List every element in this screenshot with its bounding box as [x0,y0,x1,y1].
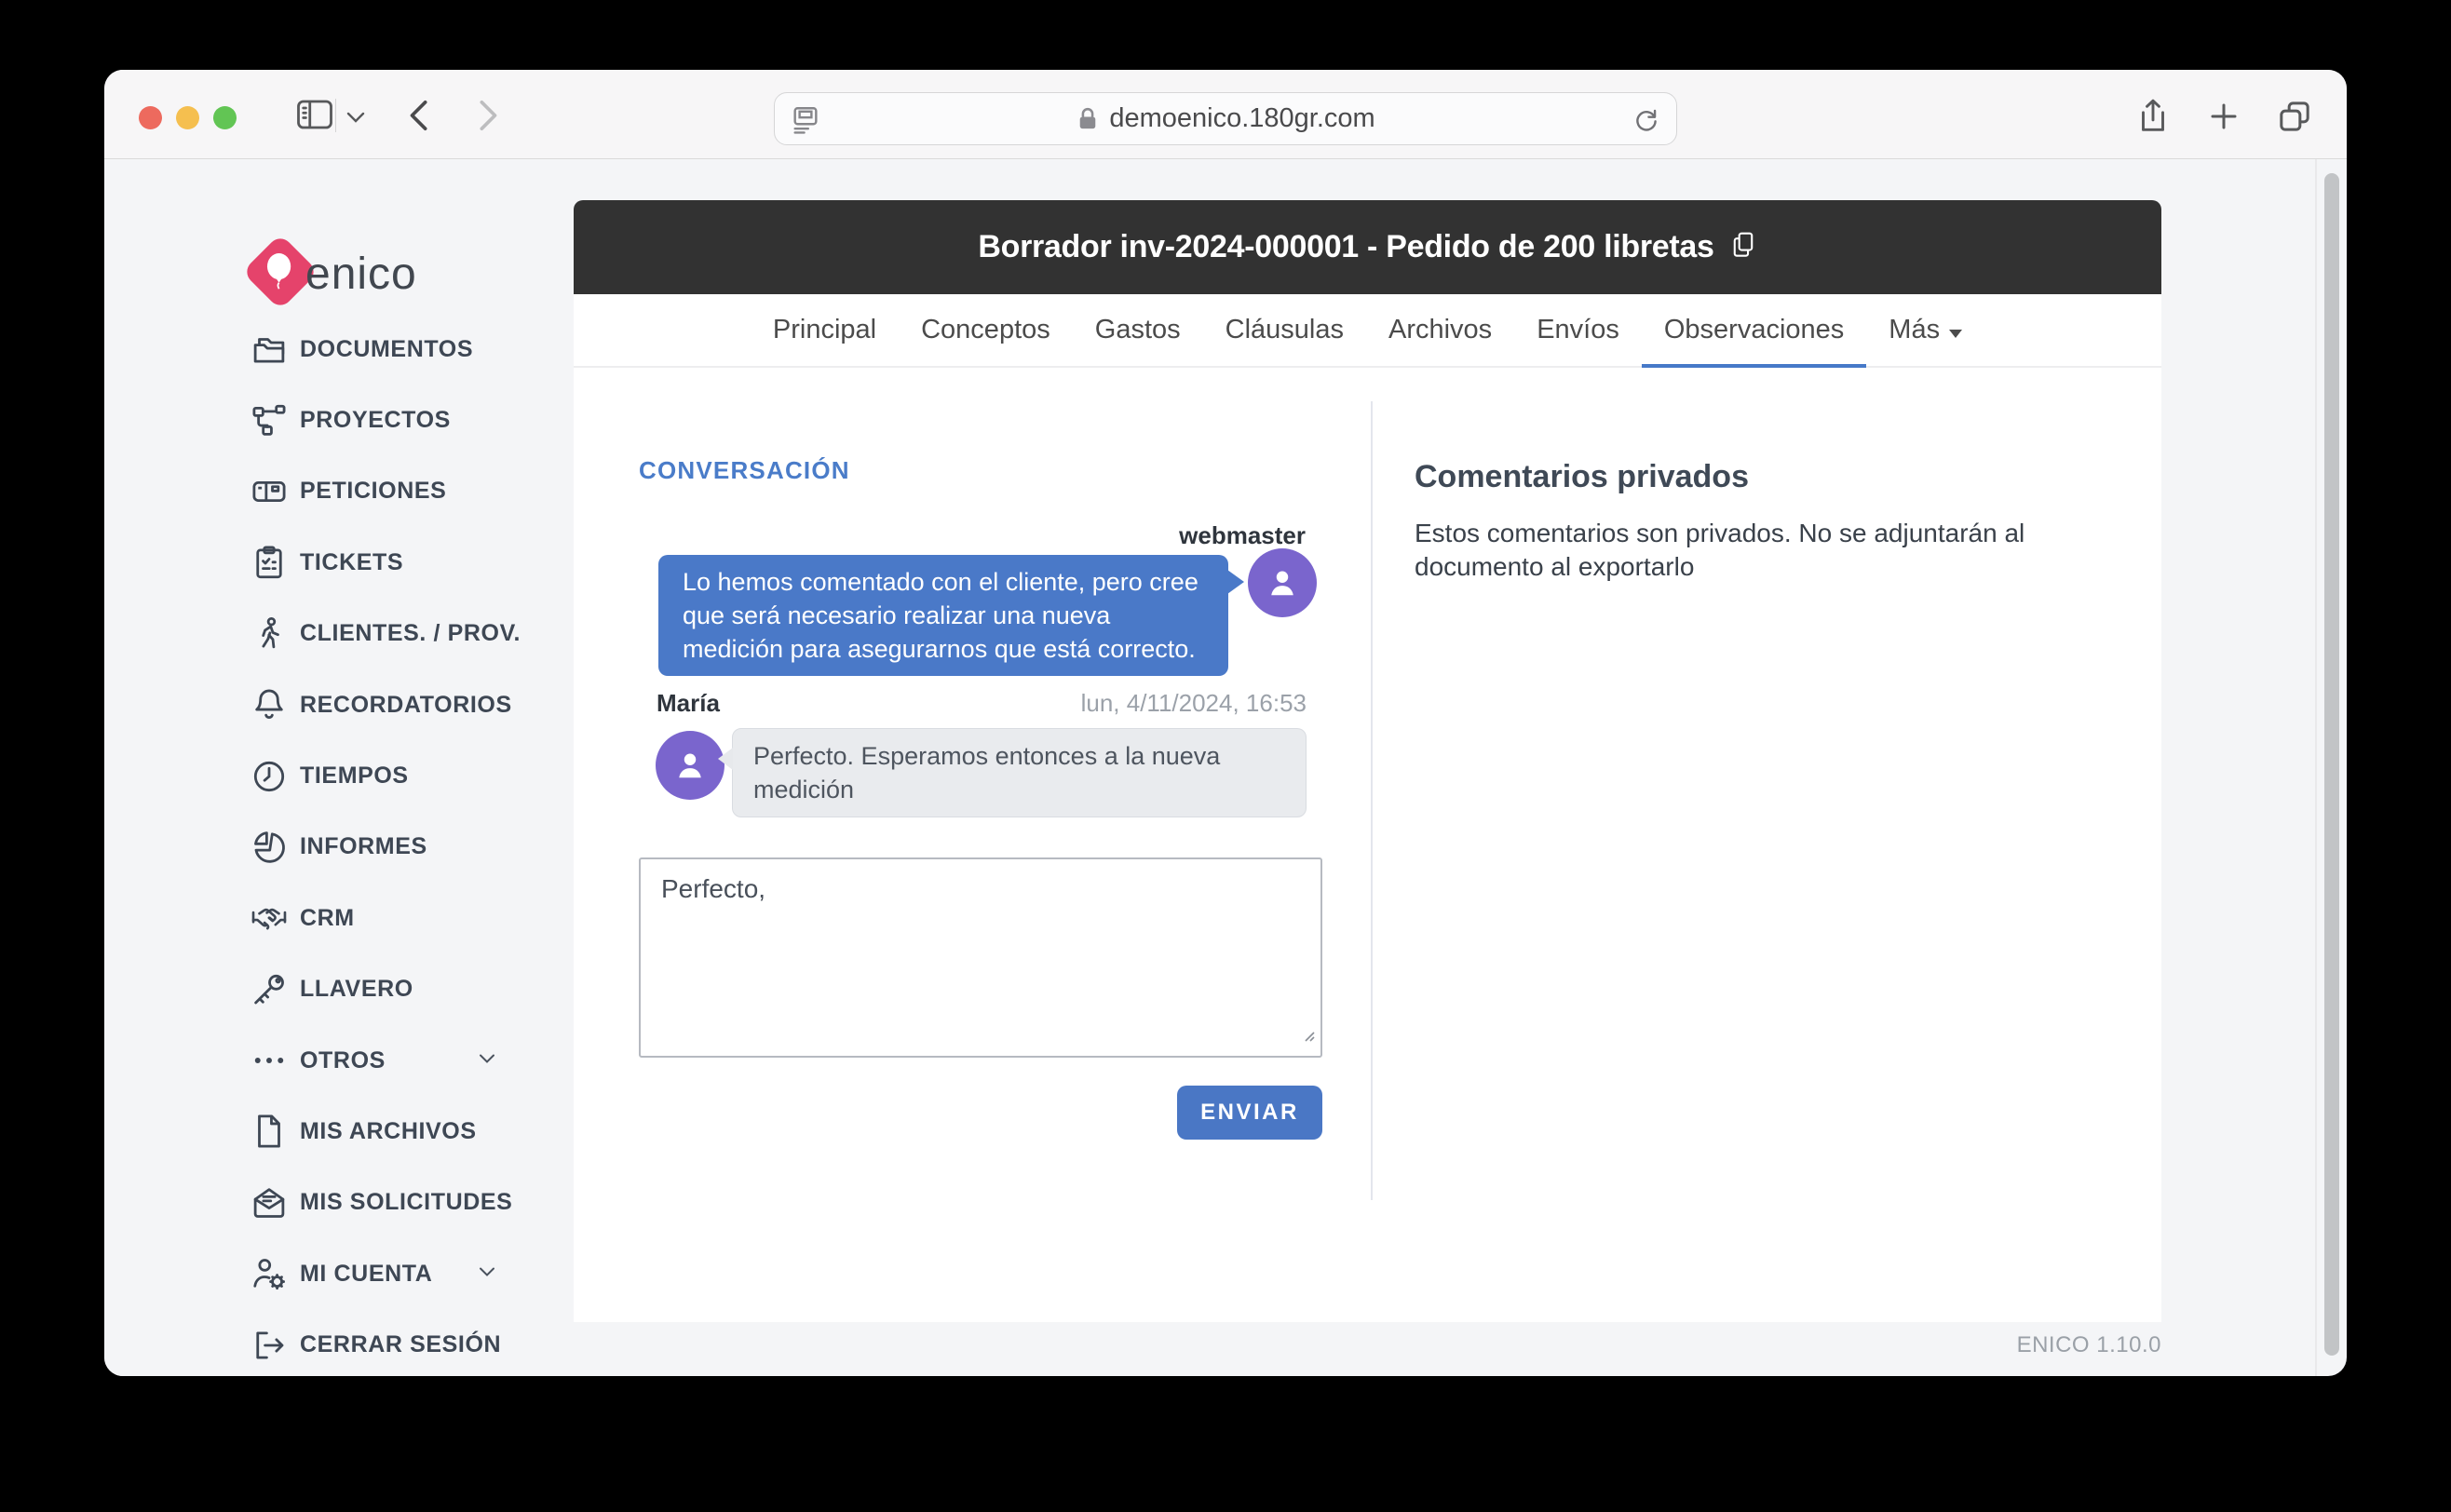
user-gear-icon [250,1254,289,1293]
share-icon[interactable] [2134,96,2172,135]
back-button[interactable] [404,98,436,133]
address-bar[interactable]: demoenico.180gr.com [774,92,1677,145]
document-title: Borrador inv-2024-000001 - Pedido de 200… [978,229,1713,265]
scrollbar-thumb[interactable] [2324,173,2339,1356]
observaciones-panel: CONVERSACIÓN webmaster Lo hemos comentad… [574,368,2161,1322]
message-bubble-incoming: Perfecto. Esperamos entonces a la nueva … [732,728,1307,817]
walking-person-icon [250,614,289,654]
key-icon [250,970,289,1009]
document-tabbar: Principal Conceptos Gastos Cláusulas Arc… [574,294,2161,368]
bell-icon [250,685,289,724]
enico-logo-text: enico [305,249,417,300]
minimize-window-button[interactable] [176,106,199,129]
file-icon [250,1112,289,1151]
caret-down-icon [1949,330,1962,338]
sidebar-item-mis-archivos[interactable]: MIS ARCHIVOS [104,1096,574,1167]
chevron-down-icon [477,1052,497,1070]
pie-chart-icon [250,828,289,867]
sidebar-item-otros[interactable]: OTROS [104,1025,574,1096]
copy-icon[interactable] [1729,230,1757,264]
scrollbar-track [2315,159,2317,1376]
url-text: demoenico.180gr.com [1109,103,1374,134]
sidebar-item-clientes-prov[interactable]: CLIENTES. / PROV. [104,599,574,669]
message-timestamp: lun, 4/11/2024, 16:53 [1081,689,1307,718]
logout-icon [250,1326,289,1365]
app-version-label: ENICO 1.10.0 [2017,1332,2161,1358]
tab-conceptos[interactable]: Conceptos [899,294,1073,368]
folder-icon [250,330,289,369]
close-window-button[interactable] [139,106,162,129]
sidebar-item-proyectos[interactable]: PROYECTOS [104,385,574,455]
message-author: webmaster [1179,521,1306,550]
document-header: Borrador inv-2024-000001 - Pedido de 200… [574,200,2161,294]
sidebar-item-documentos[interactable]: DOCUMENTOS [104,314,574,385]
mailbox-icon [250,472,289,511]
message-bubble-outgoing: Lo hemos comentado con el cliente, pero … [658,555,1228,676]
sidebar-item-mis-solicitudes[interactable]: MIS SOLICITUDES [104,1168,574,1238]
org-chart-icon [250,401,289,440]
chevron-down-icon[interactable] [345,111,367,124]
message-input[interactable]: Perfecto, [639,857,1322,1058]
sidebar-item-llavero[interactable]: LLAVERO [104,954,574,1025]
sidebar-item-mi-cuenta[interactable]: MI CUENTA [104,1238,574,1309]
document-card: Borrador inv-2024-000001 - Pedido de 200… [574,200,2161,1322]
composer-wrap: Perfecto, [639,857,1322,1058]
tab-envios[interactable]: Envíos [1514,294,1642,368]
ellipsis-icon [250,1041,289,1080]
toolbar-separator [335,99,336,132]
open-envelope-icon [250,1183,289,1222]
tab-gastos[interactable]: Gastos [1073,294,1203,368]
tab-clausulas[interactable]: Cláusulas [1203,294,1366,368]
clock-icon [250,757,289,796]
person-icon [670,745,711,786]
conversation-heading: CONVERSACIÓN [639,456,850,485]
sidebar-item-cerrar-sesion[interactable]: CERRAR SESIÓN [104,1309,574,1376]
sidebar-item-peticiones[interactable]: PETICIONES [104,456,574,527]
sidebar-item-crm[interactable]: CRM [104,883,574,953]
message-author: María [657,689,720,718]
private-comments-body: Estos comentarios son privados. No se ad… [1415,517,2048,584]
app-sidebar: enico DOCUMENTOS [104,159,574,1376]
sidebar-toggle-icon[interactable] [295,98,334,131]
new-tab-icon[interactable] [2207,100,2241,133]
sidebar-item-tiempos[interactable]: TIEMPOS [104,740,574,811]
private-comments-heading: Comentarios privados [1415,459,1749,495]
chevron-down-icon [477,1265,497,1283]
avatar [1248,548,1317,617]
sidebar-item-informes[interactable]: INFORMES [104,812,574,883]
browser-window: demoenico.180gr.com [104,70,2347,1376]
zoom-window-button[interactable] [213,106,237,129]
browser-toolbar: demoenico.180gr.com [104,70,2347,159]
handshake-icon [250,898,289,938]
sidebar-item-recordatorios[interactable]: RECORDATORIOS [104,669,574,740]
tab-overview-icon[interactable] [2276,98,2313,135]
resize-grip-icon[interactable] [1298,1025,1317,1048]
tab-principal[interactable]: Principal [751,294,899,368]
reload-icon[interactable] [1632,105,1661,135]
sidebar-item-tickets[interactable]: TICKETS [104,527,574,598]
lock-icon [1076,106,1100,132]
avatar [656,731,724,800]
tab-observaciones[interactable]: Observaciones [1642,294,1866,368]
tab-archivos[interactable]: Archivos [1366,294,1514,368]
column-divider [1371,401,1373,1200]
clipboard-icon [250,543,289,582]
tab-mas[interactable]: Más [1866,294,1984,368]
conversation-section: CONVERSACIÓN webmaster Lo hemos comentad… [639,368,1322,1322]
sidebar-nav: DOCUMENTOS PROYECTOS [104,314,574,1376]
person-icon [1262,562,1303,603]
forward-button[interactable] [471,98,503,133]
send-button[interactable]: ENVIAR [1177,1086,1322,1140]
